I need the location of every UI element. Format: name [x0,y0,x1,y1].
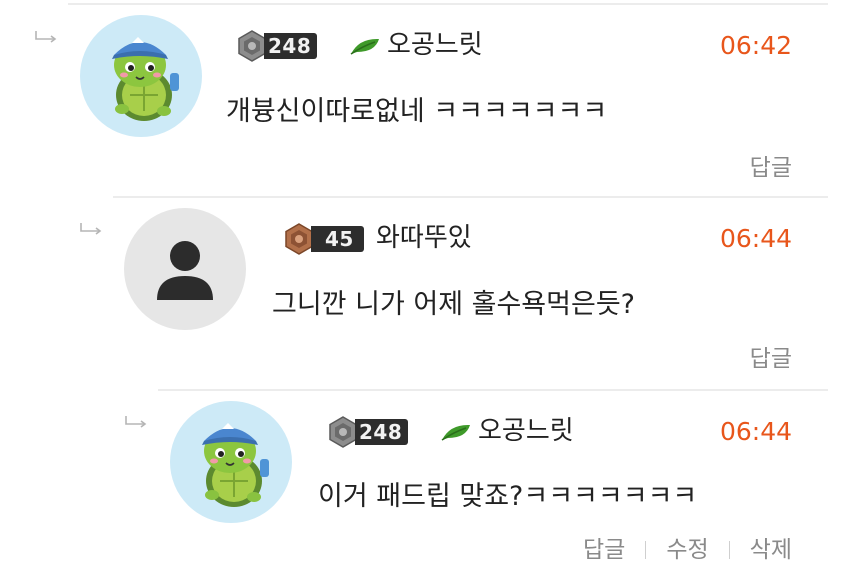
turtle-mascot-icon [202,423,269,507]
reply-arrow-icon [125,416,147,428]
reply-arrow-icon [35,31,57,43]
reply-button[interactable]: 답글 [750,345,792,373]
delete-button[interactable]: 삭제 [750,536,792,564]
nickname[interactable]: 와따뚜있 [376,223,472,253]
comment-time: 06:44 [719,224,792,253]
leaf-icon [350,38,379,55]
nickname[interactable]: 오공느릿 [478,416,574,446]
divider [158,389,828,391]
user-silhouette-icon [157,241,213,300]
comment-time: 06:44 [719,417,792,446]
reply-button[interactable]: 답글 [750,154,792,182]
comment-actions: 답글 [750,154,792,182]
comment-actions: 답글 수정 삭제 [583,536,792,564]
level-badge: 248 [236,30,318,62]
nickname[interactable]: 오공느릿 [387,30,483,60]
comment-message: 그니깐 니가 어제 홀수욕먹은듯? [272,289,635,320]
turtle-mascot-icon [112,37,179,121]
reply-button[interactable]: 답글 [583,536,625,564]
edit-button[interactable]: 수정 [666,536,708,564]
action-separator [645,541,647,559]
comment-thread: 248 오공느릿 06:42 개븅신이따로없네 ㅋㅋㅋㅋㅋㅋㅋ 답글 45 와따… [0,0,850,576]
level-number: 248 [264,33,318,59]
level-number: 45 [311,226,364,252]
avatar[interactable] [170,401,292,523]
level-badge: 248 [327,416,409,448]
leaf-icon [441,424,470,441]
divider [68,3,828,5]
avatar[interactable] [80,15,202,137]
level-badge: 45 [283,223,364,255]
comment-time: 06:42 [719,31,792,60]
avatar[interactable] [124,208,246,330]
comment-actions: 답글 [750,345,792,373]
comment-message: 개븅신이따로없네 ㅋㅋㅋㅋㅋㅋㅋ [226,96,608,127]
divider [113,196,828,198]
action-separator [728,541,730,559]
comment-message: 이거 패드립 맞죠?ㅋㅋㅋㅋㅋㅋㅋ [318,481,698,512]
reply-arrow-icon [80,223,102,235]
level-number: 248 [355,419,409,445]
